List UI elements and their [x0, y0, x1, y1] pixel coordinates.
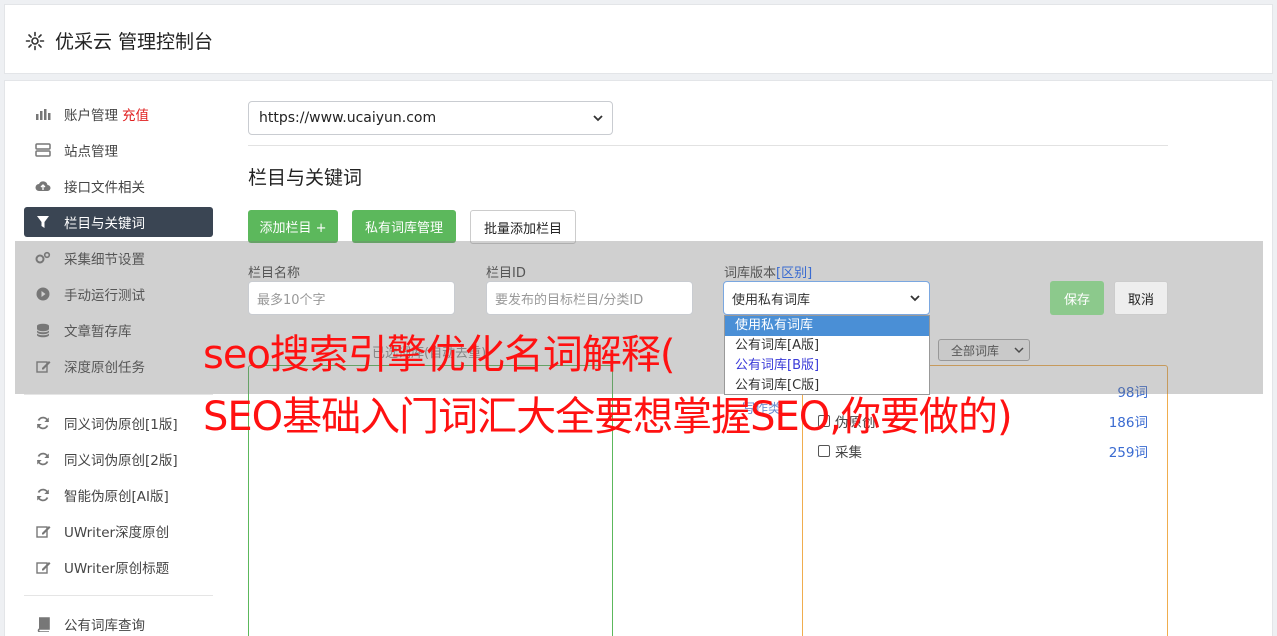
lib-version-value: 使用私有词库 — [732, 292, 811, 308]
lib-row-count: 259词 — [1108, 445, 1148, 461]
sidebar-item-label: 同义词伪原创[2版] — [64, 453, 178, 469]
sidebar-item-interface[interactable]: 接口文件相关 — [24, 171, 213, 201]
lib-row-label: 采集 — [835, 445, 862, 461]
edit-icon — [35, 523, 51, 539]
filter-icon — [35, 214, 51, 230]
divider — [248, 145, 1168, 146]
refresh-icon — [35, 415, 51, 431]
sidebar-item-label: 智能伪原创[AI版] — [64, 489, 169, 505]
chevron-down-icon — [592, 112, 604, 128]
book-icon — [35, 616, 51, 632]
batch-add-button[interactable]: 批量添加栏目 — [470, 210, 576, 244]
sidebar-item-uwriter-deep[interactable]: UWriter深度原创 — [24, 516, 213, 546]
lib-row-count: 186词 — [1108, 415, 1148, 431]
sidebar-item-label: 公有词库查询 — [64, 618, 145, 634]
site-select-value: https://www.ucaiyun.com — [259, 110, 437, 126]
add-column-button[interactable]: 添加栏目 + — [248, 210, 338, 243]
bar-chart-icon — [35, 106, 51, 122]
watermark-line-2: SEO基础入门词汇大全要想掌握SEO,你要做的) — [203, 394, 1013, 440]
sidebar-item-label: 账户管理 — [64, 108, 118, 124]
sidebar-divider — [24, 394, 213, 395]
column-id-input[interactable]: 要发布的目标栏目/分类ID — [486, 281, 693, 315]
topup-link[interactable]: 充值 — [122, 104, 149, 124]
page-title: 栏目与关键词 — [248, 167, 363, 189]
refresh-icon — [35, 451, 51, 467]
sidebar-item-label: 站点管理 — [64, 144, 118, 160]
cloud-upload-icon — [35, 178, 51, 194]
save-button[interactable]: 保存 — [1050, 281, 1104, 315]
cancel-button[interactable]: 取消 — [1114, 281, 1168, 315]
lib-diff-link[interactable]: [区别] — [776, 266, 812, 281]
header-bar: 优采云 管理控制台 — [4, 4, 1273, 74]
sidebar-item-label: 同义词伪原创[1版] — [64, 417, 178, 433]
sidebar-item-label: UWriter原创标题 — [64, 561, 170, 577]
sidebar-item-synonym-v2[interactable]: 同义词伪原创[2版] — [24, 444, 213, 474]
dropdown-option[interactable]: 使用私有词库 — [725, 316, 929, 336]
private-lib-button[interactable]: 私有词库管理 — [352, 210, 456, 243]
column-name-label: 栏目名称 — [248, 266, 301, 281]
edit-icon — [35, 559, 51, 575]
sidebar-item-account[interactable]: 账户管理 充值 — [24, 99, 213, 129]
sidebar-item-sites[interactable]: 站点管理 — [24, 135, 213, 165]
list-item[interactable]: 采集 259词 — [818, 441, 1148, 461]
lib-version-label-text: 词库版本 — [724, 266, 777, 281]
sidebar-divider — [24, 595, 213, 596]
sidebar-item-label: 接口文件相关 — [64, 180, 145, 196]
refresh-icon — [35, 487, 51, 503]
site-select[interactable]: https://www.ucaiyun.com — [248, 101, 613, 135]
lib-version-label: 词库版本[区别] — [724, 262, 812, 281]
sidebar-item-public-lib[interactable]: 公有词库查询 — [24, 609, 213, 636]
lib-version-select[interactable]: 使用私有词库 — [723, 281, 930, 315]
watermark-line-1: seo搜索引擎优化名词解释( — [203, 332, 676, 378]
sidebar-item-ai-rewrite[interactable]: 智能伪原创[AI版] — [24, 480, 213, 510]
server-icon — [35, 142, 51, 158]
sidebar-item-columns[interactable]: 栏目与关键词 — [24, 207, 213, 237]
dropdown-option[interactable]: 公有词库[A版] — [725, 336, 929, 356]
column-id-label: 栏目ID — [486, 266, 526, 281]
lib-version-dropdown[interactable]: 使用私有词库 公有词库[A版] 公有词库[B版] 公有词库[C版] — [724, 315, 930, 395]
sidebar-item-synonym-v1[interactable]: 同义词伪原创[1版] — [24, 408, 213, 438]
chevron-down-icon — [909, 292, 921, 308]
sidebar-item-label: 栏目与关键词 — [64, 216, 145, 232]
sidebar-item-uwriter-title[interactable]: UWriter原创标题 — [24, 552, 213, 582]
gear-icon — [25, 31, 45, 51]
sidebar-item-label: UWriter深度原创 — [64, 525, 170, 541]
column-name-input[interactable]: 最多10个字 — [248, 281, 455, 315]
app-title: 优采云 管理控制台 — [25, 27, 213, 54]
app-title-text: 优采云 管理控制台 — [55, 31, 214, 53]
dropdown-option[interactable]: 公有词库[B版] — [725, 356, 929, 376]
checkbox[interactable] — [818, 445, 830, 457]
